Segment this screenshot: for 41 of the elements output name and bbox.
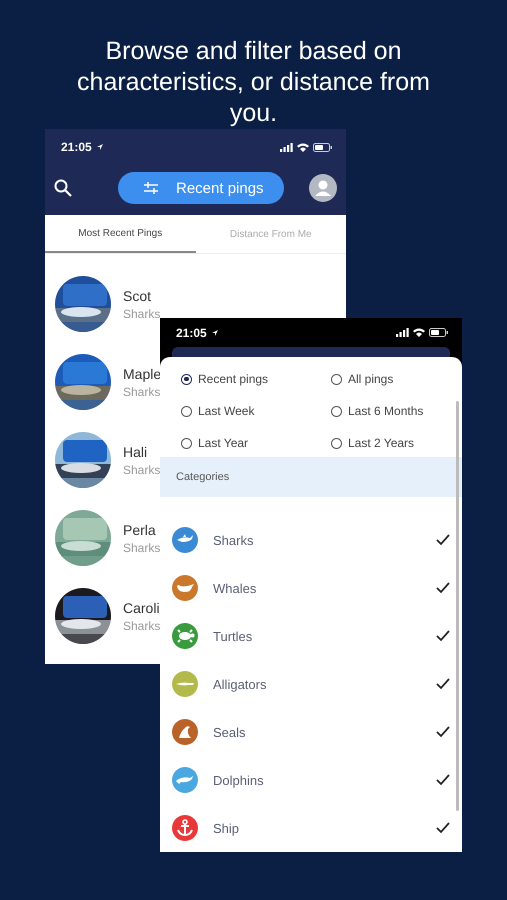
ping-category: Sharks bbox=[123, 462, 160, 476]
tab[interactable]: Most Recent Pings bbox=[45, 215, 196, 253]
search-icon[interactable] bbox=[54, 179, 72, 197]
status-time: 21:05 bbox=[61, 140, 92, 154]
profile-avatar-icon[interactable] bbox=[309, 174, 337, 202]
radio-option[interactable]: Last 2 Years bbox=[331, 434, 462, 452]
category-row[interactable]: Ship bbox=[160, 804, 462, 852]
ping-name: Perla bbox=[123, 522, 157, 538]
radio-option[interactable]: Last Year bbox=[181, 434, 331, 452]
ping-name: Scot bbox=[123, 288, 152, 304]
sliders-icon bbox=[144, 182, 158, 194]
category-row[interactable]: Whales bbox=[160, 564, 462, 612]
wifi-icon bbox=[413, 328, 425, 337]
headline: Browse and filter based on characteristics, or distance from you. bbox=[76, 36, 431, 129]
ping-name: Hali bbox=[123, 444, 148, 460]
section-header: Categories bbox=[160, 457, 462, 497]
radio-option[interactable]: Recent pings bbox=[181, 370, 331, 388]
radio-option[interactable]: Last 6 Months bbox=[331, 402, 462, 420]
radio-option[interactable]: All pings bbox=[331, 370, 462, 388]
battery-icon bbox=[313, 142, 332, 152]
signal-icon bbox=[280, 142, 293, 152]
ping-name: Maple bbox=[123, 366, 162, 382]
ping-category: Sharks bbox=[123, 384, 162, 398]
battery-icon bbox=[429, 328, 448, 337]
location-arrow-icon bbox=[210, 328, 219, 336]
status-time: 21:05 bbox=[176, 326, 207, 340]
ping-category: Sharks bbox=[123, 618, 160, 632]
radio-option[interactable]: Last Week bbox=[181, 402, 331, 420]
category-row[interactable]: Dolphins bbox=[160, 756, 462, 804]
signal-icon bbox=[396, 328, 409, 337]
ping-name: Caroli bbox=[123, 600, 160, 616]
category-row[interactable]: Turtles bbox=[160, 612, 462, 660]
wifi-icon bbox=[297, 142, 309, 152]
scrollbar[interactable] bbox=[456, 401, 459, 811]
location-arrow-icon bbox=[96, 143, 104, 151]
filter-button[interactable]: Recent pings bbox=[118, 172, 284, 204]
category-row[interactable]: Seals bbox=[160, 708, 462, 756]
category-row[interactable]: Sharks bbox=[160, 516, 462, 564]
ping-category: Sharks bbox=[123, 306, 160, 320]
ping-category: Sharks bbox=[123, 540, 160, 554]
category-row[interactable]: Alligators bbox=[160, 660, 462, 708]
